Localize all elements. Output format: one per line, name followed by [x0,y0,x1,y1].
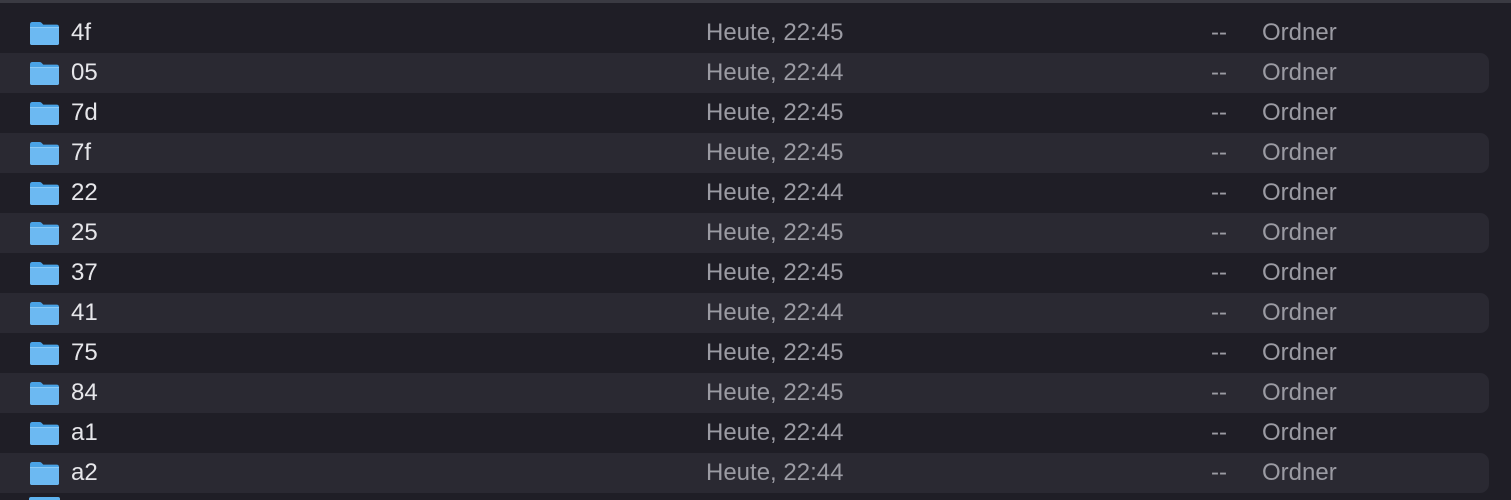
file-size: -- [1211,299,1227,326]
date-modified: Heute, 22:45 [706,139,844,166]
file-row[interactable]: 4f Heute, 22:45 -- Ordner [0,13,1511,53]
file-size: -- [1211,259,1227,286]
folder-icon [29,100,60,126]
file-kind: Ordner [1262,259,1337,286]
file-kind: Ordner [1262,459,1337,486]
file-size: -- [1211,179,1227,206]
folder-icon [29,340,60,366]
folder-icon [29,60,60,86]
header-divider [0,0,1511,3]
folder-icon [29,380,60,406]
folder-icon [29,20,60,46]
file-rows: 4f Heute, 22:45 -- Ordner 05 Heute, 22:4… [0,13,1511,493]
file-name: 7f [71,139,92,166]
date-modified: Heute, 22:45 [706,259,844,286]
file-kind: Ordner [1262,139,1337,166]
date-modified: Heute, 22:45 [706,99,844,126]
folder-icon [29,260,60,286]
file-size: -- [1211,379,1227,406]
file-name: a1 [71,419,98,446]
file-name: 05 [71,59,98,86]
file-row[interactable]: a1 Heute, 22:44 -- Ordner [0,413,1511,453]
file-row[interactable]: 75 Heute, 22:45 -- Ordner [0,333,1511,373]
folder-icon [29,460,60,486]
finder-file-list: 4f Heute, 22:45 -- Ordner 05 Heute, 22:4… [0,0,1511,500]
folder-icon [29,220,60,246]
file-kind: Ordner [1262,219,1337,246]
folder-icon [29,300,60,326]
file-row[interactable]: 25 Heute, 22:45 -- Ordner [0,213,1511,253]
file-name: 75 [71,339,98,366]
file-name: 22 [71,179,98,206]
file-name: 4f [71,19,92,46]
date-modified: Heute, 22:45 [706,19,844,46]
folder-icon [29,140,60,166]
file-row[interactable]: 37 Heute, 22:45 -- Ordner [0,253,1511,293]
file-row[interactable]: 41 Heute, 22:44 -- Ordner [0,293,1511,333]
date-modified: Heute, 22:45 [706,219,844,246]
file-size: -- [1211,339,1227,366]
file-row[interactable]: a2 Heute, 22:44 -- Ordner [0,453,1511,493]
folder-icon [29,180,60,206]
file-row[interactable]: 7f Heute, 22:45 -- Ordner [0,133,1511,173]
date-modified: Heute, 22:44 [706,299,844,326]
file-name: a2 [71,459,98,486]
file-size: -- [1211,459,1227,486]
file-size: -- [1211,19,1227,46]
file-kind: Ordner [1262,339,1337,366]
folder-icon [29,420,60,446]
file-kind: Ordner [1262,99,1337,126]
file-size: -- [1211,139,1227,166]
file-row-partial[interactable] [0,493,1489,500]
file-kind: Ordner [1262,59,1337,86]
date-modified: Heute, 22:44 [706,459,844,486]
file-size: -- [1211,59,1227,86]
file-name: 41 [71,299,98,326]
file-row[interactable]: 7d Heute, 22:45 -- Ordner [0,93,1511,133]
file-kind: Ordner [1262,299,1337,326]
file-name: 84 [71,379,98,406]
file-kind: Ordner [1262,379,1337,406]
date-modified: Heute, 22:45 [706,339,844,366]
file-size: -- [1211,219,1227,246]
file-size: -- [1211,99,1227,126]
file-name: 7d [71,99,98,126]
file-name: 25 [71,219,98,246]
file-row[interactable]: 22 Heute, 22:44 -- Ordner [0,173,1511,213]
date-modified: Heute, 22:44 [706,59,844,86]
file-name: 37 [71,259,98,286]
file-row[interactable]: 05 Heute, 22:44 -- Ordner [0,53,1511,93]
date-modified: Heute, 22:44 [706,419,844,446]
date-modified: Heute, 22:44 [706,179,844,206]
file-kind: Ordner [1262,19,1337,46]
file-kind: Ordner [1262,419,1337,446]
file-kind: Ordner [1262,179,1337,206]
file-row[interactable]: 84 Heute, 22:45 -- Ordner [0,373,1511,413]
date-modified: Heute, 22:45 [706,379,844,406]
file-size: -- [1211,419,1227,446]
